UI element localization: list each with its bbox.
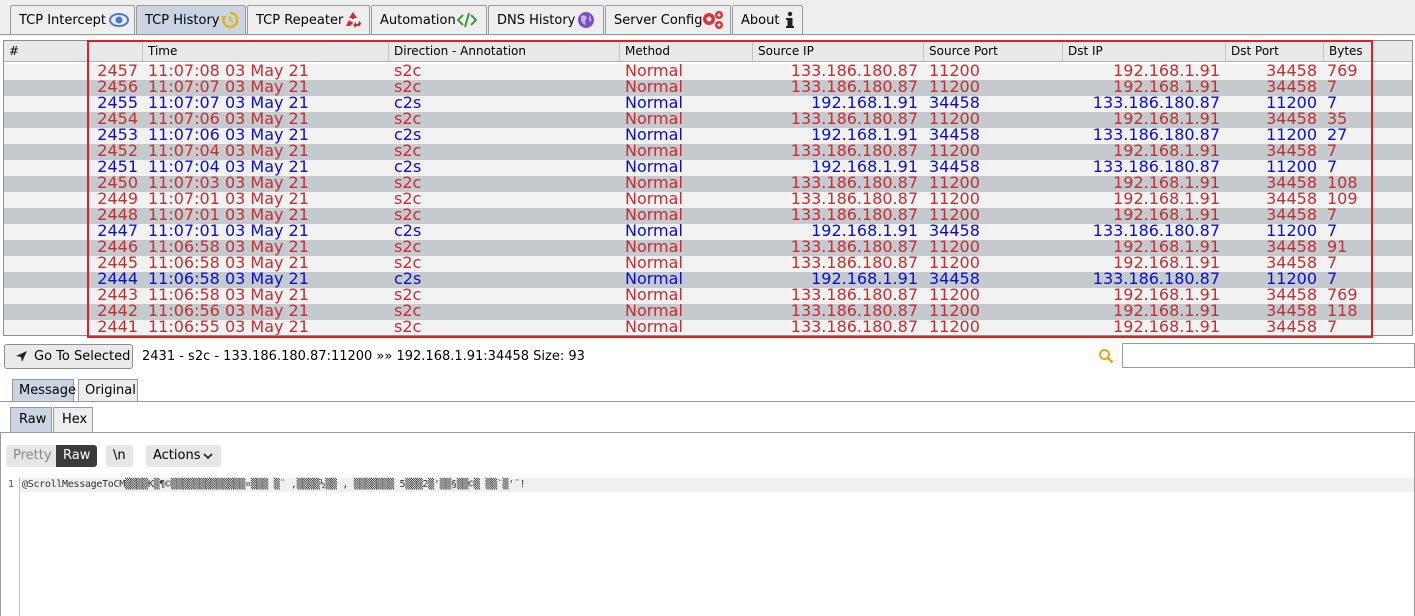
tab-label: DNS History	[497, 12, 576, 28]
tab-automation[interactable]: Automation	[371, 5, 487, 34]
info-icon	[786, 11, 794, 28]
history-icon	[221, 11, 239, 29]
cell-method: Normal	[625, 318, 683, 336]
tab-label: TCP History	[145, 12, 220, 28]
cell-source-ip: 133.186.180.87	[790, 318, 918, 336]
navigate-arrow-icon	[16, 351, 27, 362]
tab-tcp-history[interactable]: TCP History	[136, 5, 246, 34]
message-tabs-divider	[0, 401, 1415, 402]
newline-toggle-button[interactable]: \n	[106, 445, 133, 467]
column-header-method[interactable]: Method	[620, 41, 753, 62]
go-to-selected-button[interactable]: Go To Selected	[4, 344, 133, 369]
cell-direction: s2c	[394, 318, 422, 336]
message-content[interactable]: @ScrollMessageToCM▒▒▒▒K▒¶©▒▒▒▒▒▒▒▒▒▒▒▒▒¤…	[22, 479, 526, 490]
tab-label: TCP Intercept	[19, 12, 106, 28]
column-header-dst-port[interactable]: Dst Port	[1226, 41, 1324, 62]
chevron-down-icon	[203, 453, 213, 460]
raw-button[interactable]: Raw	[56, 445, 98, 467]
cell-id: 2441	[97, 318, 138, 336]
tab-tcp-intercept[interactable]: TCP Intercept	[10, 5, 135, 34]
gears-icon	[703, 11, 723, 29]
cell-dst-ip: 192.168.1.91	[1113, 318, 1220, 336]
table-header: # Time Direction - Annotation Method Sou…	[4, 41, 1412, 62]
actions-label: Actions	[153, 448, 201, 463]
tab-hex[interactable]: Hex	[53, 407, 93, 432]
tab-label: Automation	[380, 12, 456, 28]
table-row[interactable]: 2441 11:06:55 03 May 21 s2c Normal 133.186.1…	[4, 318, 1412, 336]
column-header-bytes[interactable]: Bytes	[1324, 41, 1412, 62]
recycle-icon	[346, 12, 361, 28]
tab-server-config[interactable]: Server Config	[605, 5, 731, 34]
code-icon	[457, 12, 477, 28]
tab-message[interactable]: Message	[12, 379, 76, 401]
tab-label: Server Config	[614, 12, 703, 28]
cell-time: 11:06:55 03 May 21	[148, 318, 309, 336]
cell-bytes: 7	[1327, 318, 1338, 336]
tab-label: About	[741, 12, 780, 28]
column-header-source-port[interactable]: Source Port	[924, 41, 1063, 62]
tab-tcp-repeater[interactable]: TCP Repeater	[247, 5, 370, 34]
selection-summary: 2431 - s2c - 133.186.180.87:11200 »» 192…	[142, 349, 585, 364]
history-table[interactable]: # Time Direction - Annotation Method Sou…	[3, 40, 1413, 336]
line-number: 1	[8, 479, 15, 490]
column-header-dst-ip[interactable]: Dst IP	[1063, 41, 1226, 62]
column-header-id[interactable]: #	[4, 41, 143, 62]
cell-dst-port: 34458	[1266, 318, 1317, 336]
actions-dropdown[interactable]: Actions	[146, 445, 221, 467]
tab-about[interactable]: About	[732, 5, 803, 34]
tab-bar-divider	[0, 34, 1415, 35]
table-resize-handle[interactable]	[710, 335, 730, 336]
column-header-direction[interactable]: Direction - Annotation	[389, 41, 620, 62]
cell-source-port: 11200	[929, 318, 980, 336]
search-input[interactable]	[1122, 343, 1415, 368]
globe-icon	[578, 12, 594, 28]
column-header-time[interactable]: Time	[143, 41, 389, 62]
search-icon	[1099, 349, 1114, 364]
line-gutter	[1, 477, 20, 616]
tab-original[interactable]: Original	[78, 379, 138, 401]
eye-icon	[109, 13, 129, 27]
tab-raw[interactable]: Raw	[10, 407, 52, 432]
go-to-selected-label: Go To Selected	[34, 349, 131, 364]
tab-label: TCP Repeater	[256, 12, 344, 28]
column-header-source-ip[interactable]: Source IP	[753, 41, 924, 62]
pretty-button[interactable]: Pretty	[6, 445, 59, 467]
tab-dns-history[interactable]: DNS History	[488, 5, 604, 34]
